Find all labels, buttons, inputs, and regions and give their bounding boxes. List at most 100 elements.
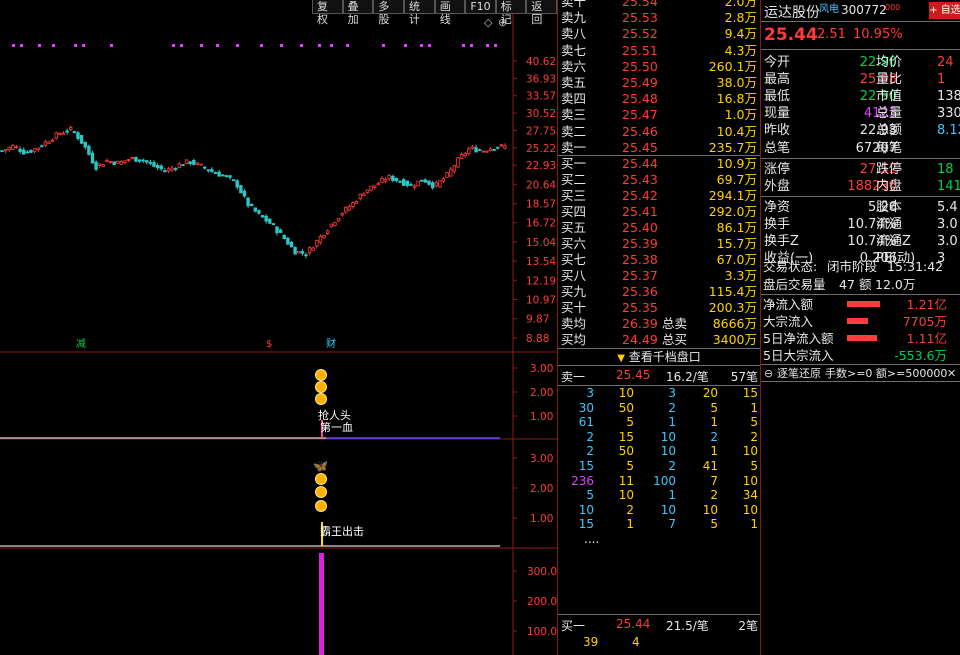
ask-row[interactable]: 卖四 25.48 16.8万 xyxy=(558,91,758,107)
toolbar-button-7[interactable]: 返回 xyxy=(526,0,558,26)
candle-body xyxy=(217,171,221,177)
stock-name[interactable]: 运达股份 xyxy=(764,2,820,22)
ask-row[interactable]: 卖七 25.51 4.3万 xyxy=(558,43,758,59)
signal-dot xyxy=(280,44,283,47)
event-marker[interactable]: 减 xyxy=(76,338,86,350)
tick-restore-label[interactable]: 逐笔还原 xyxy=(777,365,821,382)
bid-price: 25.36 xyxy=(622,283,658,299)
candle-body xyxy=(416,180,420,187)
y-tick-label: 8.88 xyxy=(526,333,549,345)
ask-row[interactable]: 卖一 25.45 235.7万 xyxy=(558,140,758,156)
chart-area[interactable]: ◇⊕40.6236.9333.5730.5227.7525.2222.9320.… xyxy=(0,0,558,655)
toolbar-button-2[interactable]: 多股 xyxy=(373,0,405,26)
bid-row[interactable]: 买九 25.36 115.4万 xyxy=(558,284,758,300)
bid-row[interactable]: 买七 25.38 67.0万 xyxy=(558,252,758,268)
candles xyxy=(0,125,507,259)
close-icon[interactable]: ✕ xyxy=(947,365,956,382)
after-hours-amount-label: 额 xyxy=(859,277,872,292)
toolbar-button-5[interactable]: F10 xyxy=(465,0,496,14)
ask-row[interactable]: 卖九 25.53 2.8万 xyxy=(558,10,758,26)
candle-body xyxy=(181,164,185,167)
candle-body xyxy=(206,169,210,172)
bid-label: 买四 xyxy=(561,203,587,219)
toolbar-button-4[interactable]: 画线 xyxy=(434,0,466,26)
stat-label: 每笔 xyxy=(876,140,903,156)
toolbar-button-0[interactable]: 复权 xyxy=(312,0,343,26)
ask-row[interactable]: 卖五 25.49 38.0万 xyxy=(558,75,758,91)
signal-coin xyxy=(315,473,327,485)
ask-row[interactable]: 卖二 25.46 10.4万 xyxy=(558,124,758,140)
candle-body xyxy=(50,139,55,142)
bid-row[interactable]: 买三 25.42 294.1万 xyxy=(558,188,758,204)
candle-body xyxy=(14,146,19,148)
queue-cell: 11 xyxy=(618,473,634,488)
candle-body xyxy=(358,193,362,199)
queue-footer-count: 2笔 xyxy=(738,619,758,633)
queue-footer: 买一 25.44 21.5/笔 2笔 39 4 xyxy=(558,614,760,654)
bid-row[interactable]: 买一 25.44 10.9万 xyxy=(558,156,758,172)
ask-label: 卖九 xyxy=(561,10,587,26)
fund-flow-label: 净流入额 xyxy=(763,297,814,312)
queue-cell: 1 xyxy=(710,444,718,459)
summary-label2: 总卖 xyxy=(662,316,688,331)
bid-row[interactable]: 买四 25.41 292.0万 xyxy=(558,204,758,220)
ask-price: 25.54 xyxy=(622,0,658,9)
queue-cell: 10 xyxy=(660,444,676,459)
stat-label: 最低 xyxy=(764,89,791,105)
queue-cell: 20 xyxy=(702,386,718,400)
queue-cell: 15 xyxy=(578,517,594,532)
y-tick-label: 2.00 xyxy=(530,387,553,399)
bid-row[interactable]: 买五 25.40 86.1万 xyxy=(558,220,758,236)
event-marker[interactable]: $ xyxy=(266,339,272,350)
sector-tag[interactable]: 风电 xyxy=(819,0,839,15)
signal-coin xyxy=(315,381,327,393)
candle-body xyxy=(134,156,138,162)
trade-status-time: 15:31:42 xyxy=(887,259,944,274)
event-marker[interactable]: 财 xyxy=(326,337,336,350)
add-watchlist-button[interactable]: + 自选 xyxy=(929,2,960,19)
signal-dot xyxy=(462,44,465,47)
diamond-icon[interactable]: ◇ xyxy=(484,16,493,29)
kline-chart[interactable]: ◇⊕40.6236.9333.5730.5227.7525.2222.9320.… xyxy=(0,0,557,655)
fund-flow-row: 5日净流入额 1.11亿 xyxy=(761,330,960,347)
view-1000-level-button[interactable]: ▼ 查看千档盘口 xyxy=(558,348,760,366)
y-tick-label: 25.22 xyxy=(526,143,556,155)
candle-body xyxy=(423,179,428,183)
stock-code-suffix: 000 xyxy=(885,3,901,12)
bid-row[interactable]: 买八 25.37 3.3万 xyxy=(558,268,758,284)
signal-dot xyxy=(20,44,23,47)
collapse-icon[interactable]: ⊖ xyxy=(764,365,773,382)
ask-row[interactable]: 卖八 25.52 9.4万 xyxy=(558,26,758,42)
price-change: 2.51 xyxy=(817,27,846,42)
bid-label: 买三 xyxy=(561,187,587,203)
bid-price: 25.39 xyxy=(622,235,658,251)
butterfly-icon: 🦋 xyxy=(313,459,328,473)
candle-body xyxy=(141,159,145,162)
candle-body xyxy=(492,148,496,151)
tick-filter-label[interactable]: 手数>=0 额>=500000 xyxy=(825,365,947,382)
candle-body xyxy=(253,207,258,212)
ask-row[interactable]: 卖三 25.47 1.0万 xyxy=(558,107,758,123)
bid-row[interactable]: 买六 25.39 15.7万 xyxy=(558,236,758,252)
toolbar-button-6[interactable]: 标记 xyxy=(495,0,527,26)
tick-header[interactable]: ⊖ 逐笔还原 手数>=0 额>=500000 ✕ xyxy=(761,364,960,382)
ask-volume: 2.8万 xyxy=(724,10,757,26)
signal-dot xyxy=(404,44,407,47)
stat-value: 1 xyxy=(937,72,946,88)
toolbar-button-1[interactable]: 叠加 xyxy=(342,0,374,26)
ask-volume: 260.1万 xyxy=(708,58,757,74)
queue-cell: 10 xyxy=(660,429,676,444)
ask-price: 25.49 xyxy=(622,75,658,90)
y-tick-label: 3.00 xyxy=(530,453,553,465)
ask-row[interactable]: 卖六 25.50 260.1万 xyxy=(558,59,758,75)
bid-row[interactable]: 买二 25.43 69.7万 xyxy=(558,172,758,188)
signal-dot xyxy=(330,44,333,47)
signal-annotation: 抢人头 xyxy=(318,408,351,422)
price-change-pct: 10.95% xyxy=(853,27,903,42)
ask-row[interactable]: 卖十 25.54 2.0万 xyxy=(558,0,758,10)
bid-row[interactable]: 买十 25.35 200.3万 xyxy=(558,300,758,316)
bid-label: 买八 xyxy=(561,267,587,283)
stat-label: 股本 xyxy=(876,199,903,215)
toolbar-button-3[interactable]: 统计 xyxy=(404,0,435,26)
candle-body xyxy=(387,174,391,180)
